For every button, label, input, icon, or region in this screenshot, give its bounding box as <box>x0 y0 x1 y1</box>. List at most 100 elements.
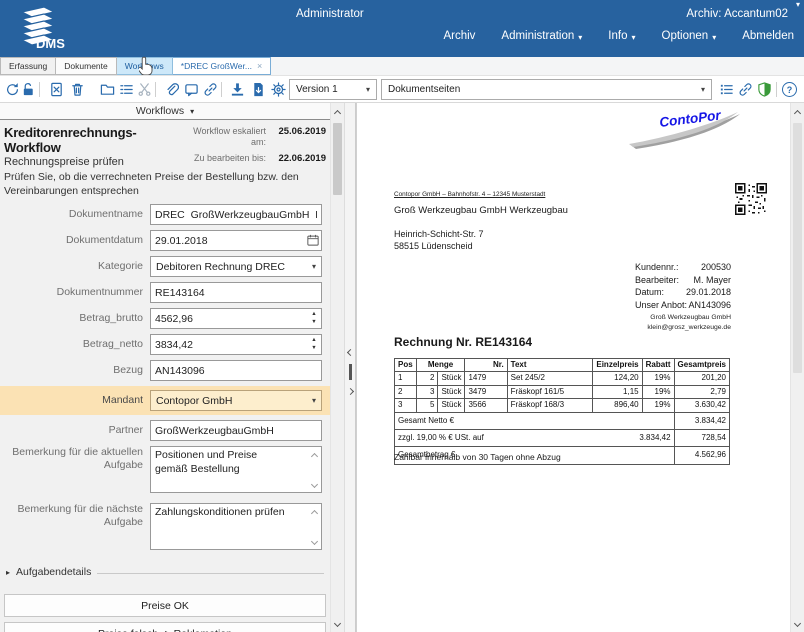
attachment-paperclip-icon[interactable] <box>163 81 180 98</box>
calendar-icon[interactable] <box>307 233 319 251</box>
page-list-icon[interactable] <box>718 81 735 98</box>
invoice-title: Rechnung Nr. RE143164 <box>394 335 532 349</box>
qr-code <box>735 183 767 215</box>
version-select[interactable]: Version 1 ▾ <box>289 79 377 100</box>
partner-input[interactable] <box>150 420 322 441</box>
scrollbar-thumb[interactable] <box>793 123 802 373</box>
betrag-netto-stepper[interactable]: ▲ ▼ <box>307 335 321 354</box>
invoice-table-header: Pos Menge Nr. Text Einzelpreis Rabatt Ge… <box>395 359 730 372</box>
mandant-select[interactable]: Contopor GmbH ▾ <box>150 390 322 411</box>
link-pages-icon[interactable] <box>737 81 754 98</box>
field-kategorie: Kategorie Debitoren Rechnung DREC ▾ <box>0 256 330 277</box>
toolbar-separator <box>39 82 40 97</box>
due-label: Zu bearbeiten bis: <box>180 153 266 168</box>
spinner-down-icon[interactable]: ▼ <box>311 346 316 352</box>
menu-abmelden[interactable]: Abmelden <box>742 30 794 42</box>
workflow-panel: Workflows ▾ Kreditorenrechnungs-Workflow… <box>0 103 330 632</box>
gear-icon[interactable] <box>270 81 287 98</box>
spinner-up-icon[interactable]: ▲ <box>311 312 316 318</box>
recipient-name: Groß Werkzeugbau GmbH Werkzeugbau <box>394 205 568 216</box>
preise-ok-button[interactable]: Preise OK <box>4 594 326 617</box>
scroll-up-icon[interactable] <box>791 106 804 120</box>
bezug-input[interactable] <box>150 360 322 381</box>
panel-splitter[interactable] <box>344 103 356 632</box>
betrag-brutto-input[interactable] <box>150 308 322 329</box>
collapse-left-icon[interactable] <box>346 349 353 356</box>
dokumentdatum-input[interactable] <box>150 230 322 251</box>
tab-workflows[interactable]: Workflows <box>117 57 173 75</box>
export-document-icon[interactable] <box>250 81 267 98</box>
scroll-down-icon[interactable] <box>309 539 319 544</box>
collapse-right-icon[interactable] <box>346 388 353 395</box>
bemerkung-aktuell-textarea[interactable]: Positionen und Preise gemäß Bestellung <box>150 446 322 493</box>
pages-select[interactable]: Dokumentseiten ▾ <box>381 79 712 100</box>
bemerkung-naechste-textarea[interactable]: Zahlungskonditionen prüfen <box>150 503 322 550</box>
scroll-up-icon[interactable] <box>309 511 319 516</box>
chevron-down-icon: ▾ <box>701 85 705 94</box>
close-icon[interactable]: × <box>257 61 262 71</box>
field-bemerkung-aktuell: Bemerkung für die aktuellen Aufgabe Posi… <box>0 446 330 498</box>
aufgabendetails-expander[interactable]: ▸ Aufgabendetails <box>0 560 330 578</box>
chevron-down-icon: ▾ <box>578 33 582 42</box>
scroll-down-icon[interactable] <box>331 616 344 630</box>
payment-terms: Zahlbar innerhalb von 30 Tagen ohne Abzu… <box>394 452 561 462</box>
workflow-task-name: Rechnungspreise prüfen <box>4 156 180 168</box>
info-value: 200530 <box>701 261 731 274</box>
discard-document-icon[interactable] <box>48 81 65 98</box>
info-label: Kundennr.: <box>635 261 679 274</box>
invoice-row: 35 Stück3566 Fräskopf 168/3896,40 19%3.6… <box>395 399 730 412</box>
scrollbar-thumb[interactable] <box>333 123 342 195</box>
link-icon[interactable] <box>202 81 219 98</box>
kategorie-select[interactable]: Debitoren Rechnung DREC ▾ <box>150 256 322 277</box>
document-scrollbar[interactable] <box>790 103 804 632</box>
supplier-contact: Groß Werkzeugbau GmbH klein@grosz_werkze… <box>597 313 731 333</box>
refresh-icon[interactable] <box>4 81 21 98</box>
menu-administration[interactable]: Administration ▾ <box>501 30 582 42</box>
toolbar: Version 1 ▾ Dokumentseiten ▾ ? <box>0 76 804 103</box>
splitter-grip[interactable] <box>349 364 352 380</box>
divider <box>97 573 324 574</box>
main-menu: Archiv Administration ▾ Info ▾ Optionen … <box>443 30 794 42</box>
workflows-panel-selector[interactable]: Workflows ▾ <box>0 103 330 120</box>
dokumentname-input[interactable] <box>150 204 322 225</box>
field-dokumentdatum: Dokumentdatum <box>0 230 330 251</box>
split-scissors-icon-disabled[interactable] <box>136 81 153 98</box>
dokumentnummer-input[interactable] <box>150 282 322 303</box>
shield-protection-icon[interactable] <box>756 81 773 98</box>
menu-optionen[interactable]: Optionen ▾ <box>662 30 717 42</box>
preise-falsch-button[interactable]: Preise falsch -> Reklamation <box>4 622 326 632</box>
escalation-date: 25.06.2019 <box>268 126 326 152</box>
scroll-down-icon[interactable] <box>791 616 804 630</box>
spinner-down-icon[interactable]: ▼ <box>311 320 316 326</box>
archive-label: Archiv: Accantum02 <box>686 8 788 20</box>
workflow-title: Kreditorenrechnungs-Workflow <box>4 125 180 155</box>
tab-dokumente[interactable]: Dokumente <box>56 57 116 75</box>
folder-icon[interactable] <box>99 81 116 98</box>
scroll-up-icon[interactable] <box>331 106 344 120</box>
menu-archiv[interactable]: Archiv <box>443 30 475 42</box>
delete-trash-icon[interactable] <box>69 81 86 98</box>
invoice-info-block: Kundennr.:200530 Bearbeiter:M. Mayer Dat… <box>635 261 731 311</box>
index-list-icon[interactable] <box>118 81 135 98</box>
scroll-down-icon[interactable] <box>309 482 319 487</box>
download-icon[interactable] <box>229 81 246 98</box>
contopor-logo: ContoPor <box>626 109 748 153</box>
spinner-up-icon[interactable]: ▲ <box>311 338 316 344</box>
tab-document-drec[interactable]: *DREC GroßWer... × <box>173 57 271 75</box>
unlock-icon[interactable] <box>20 81 37 98</box>
scroll-up-icon[interactable] <box>309 454 319 459</box>
dms-logo-text: DMS <box>36 36 65 51</box>
chevron-down-icon: ▾ <box>190 107 194 116</box>
betrag-brutto-stepper[interactable]: ▲ ▼ <box>307 309 321 328</box>
info-label: Datum: <box>635 286 664 299</box>
tab-erfassung[interactable]: Erfassung <box>0 57 56 75</box>
info-label: Unser Anbot: <box>635 299 687 312</box>
workflow-actions: Preise OK Preise falsch -> Reklamation W… <box>0 594 330 632</box>
help-icon[interactable]: ? <box>782 82 797 97</box>
note-icon[interactable] <box>183 81 200 98</box>
archive-dropdown-caret-icon[interactable]: ▾ <box>796 0 800 9</box>
field-dokumentname: Dokumentname <box>0 204 330 225</box>
betrag-netto-input[interactable] <box>150 334 322 355</box>
menu-info[interactable]: Info ▾ <box>608 30 635 42</box>
workflow-panel-scrollbar[interactable] <box>330 103 344 632</box>
